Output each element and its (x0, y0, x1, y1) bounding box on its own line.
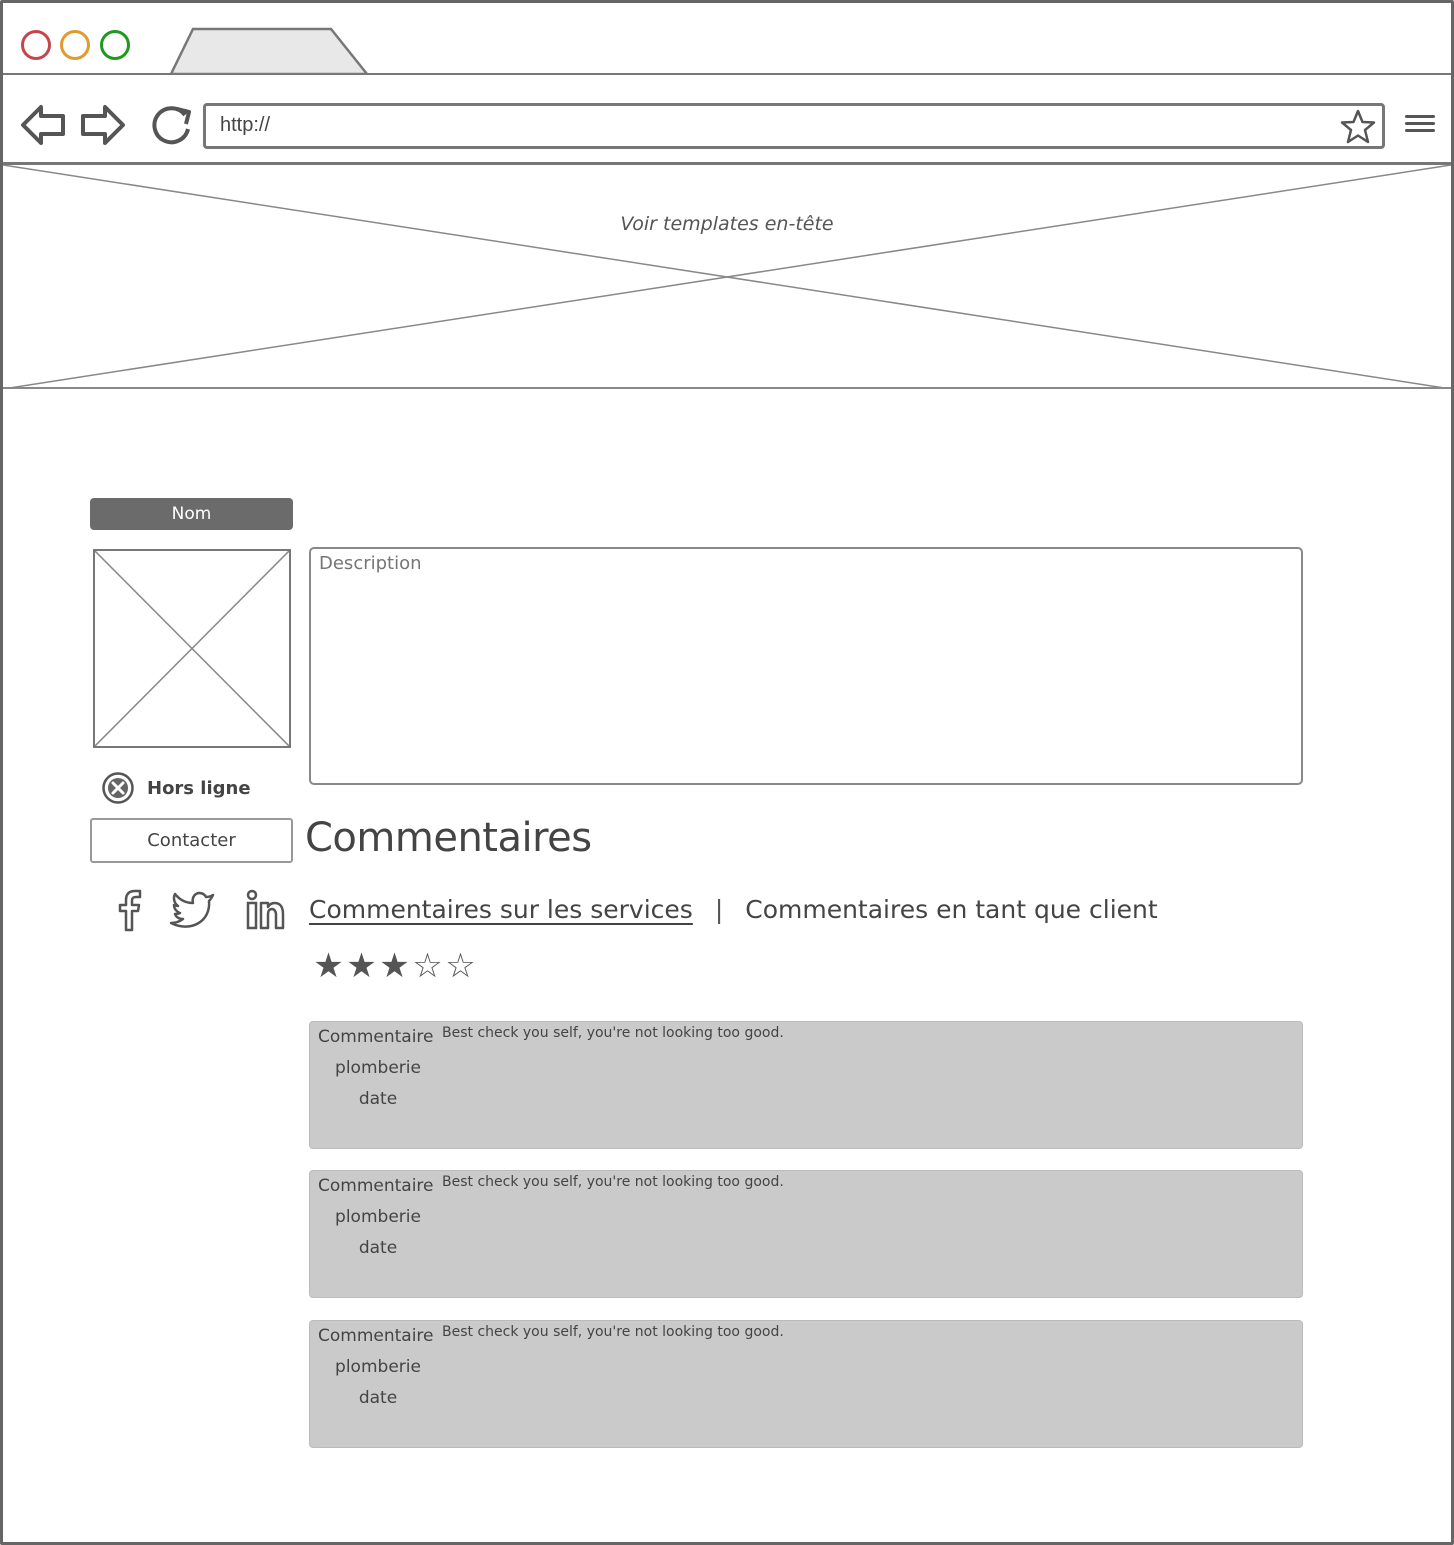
comment-category: plomberie (335, 1058, 421, 1078)
comment-title: Commentaire (318, 1176, 434, 1196)
comment-card: Commentaire plomberie date Best check yo… (309, 1021, 1303, 1149)
avatar-image-placeholder (93, 549, 291, 748)
browser-window: http:// Voir templates en-tête Nom Hors … (0, 0, 1454, 1545)
comment-date: date (358, 1388, 398, 1408)
comment-text: Best check you self, you're not looking … (442, 1324, 784, 1340)
twitter-icon[interactable] (169, 887, 217, 933)
empty-star-icon[interactable]: ☆ (445, 946, 476, 986)
comment-text: Best check you self, you're not looking … (442, 1174, 784, 1190)
filled-star-icon[interactable]: ★ (313, 946, 344, 986)
comment-date: date (358, 1089, 398, 1109)
comment-card: Commentaire plomberie date Best check yo… (309, 1170, 1303, 1298)
social-links (111, 887, 301, 933)
back-arrow-icon[interactable] (19, 103, 67, 147)
title-bar (3, 3, 1451, 75)
comment-category: plomberie (335, 1207, 421, 1227)
header-image-placeholder: Voir templates en-tête (3, 165, 1451, 389)
status-indicator: Hors ligne (101, 771, 251, 805)
browser-tab[interactable] (169, 27, 369, 75)
linkedin-icon[interactable] (245, 887, 287, 933)
tab-separator: | (714, 894, 724, 924)
comment-text: Best check you self, you're not looking … (442, 1025, 784, 1041)
tab-comments-services[interactable]: Commentaires sur les services (309, 895, 693, 924)
comment-title: Commentaire (318, 1326, 434, 1346)
close-window-dot[interactable] (21, 30, 51, 60)
name-label: Nom (90, 498, 293, 530)
facebook-icon[interactable] (111, 887, 151, 933)
reload-icon[interactable] (147, 103, 195, 147)
filled-star-icon[interactable]: ★ (346, 946, 377, 986)
bookmark-star-icon[interactable] (1340, 109, 1376, 145)
empty-star-icon[interactable]: ☆ (412, 946, 443, 986)
comments-heading: Commentaires (305, 815, 592, 861)
header-placeholder-label: Voir templates en-tête (614, 213, 840, 235)
comment-card: Commentaire plomberie date Best check yo… (309, 1320, 1303, 1448)
comment-category: plomberie (335, 1357, 421, 1377)
browser-toolbar: http:// (3, 75, 1451, 165)
comment-title: Commentaire (318, 1027, 434, 1047)
address-text: http:// (220, 114, 271, 136)
contact-button[interactable]: Contacter (90, 818, 293, 863)
forward-arrow-icon[interactable] (79, 103, 127, 147)
description-field[interactable] (309, 547, 1303, 785)
filled-star-icon[interactable]: ★ (379, 946, 410, 986)
star-rating[interactable]: ★ ★ ★ ☆ ☆ (313, 946, 476, 986)
status-label: Hors ligne (147, 777, 251, 799)
comments-tabs: Commentaires sur les services | Commenta… (309, 889, 1158, 929)
tab-comments-client[interactable]: Commentaires en tant que client (745, 895, 1157, 924)
minimize-window-dot[interactable] (60, 30, 90, 60)
hamburger-menu-icon[interactable] (1405, 111, 1435, 139)
comment-date: date (358, 1238, 398, 1258)
address-bar[interactable]: http:// (203, 103, 1385, 149)
maximize-window-dot[interactable] (100, 30, 130, 60)
offline-x-circle-icon (101, 771, 135, 805)
